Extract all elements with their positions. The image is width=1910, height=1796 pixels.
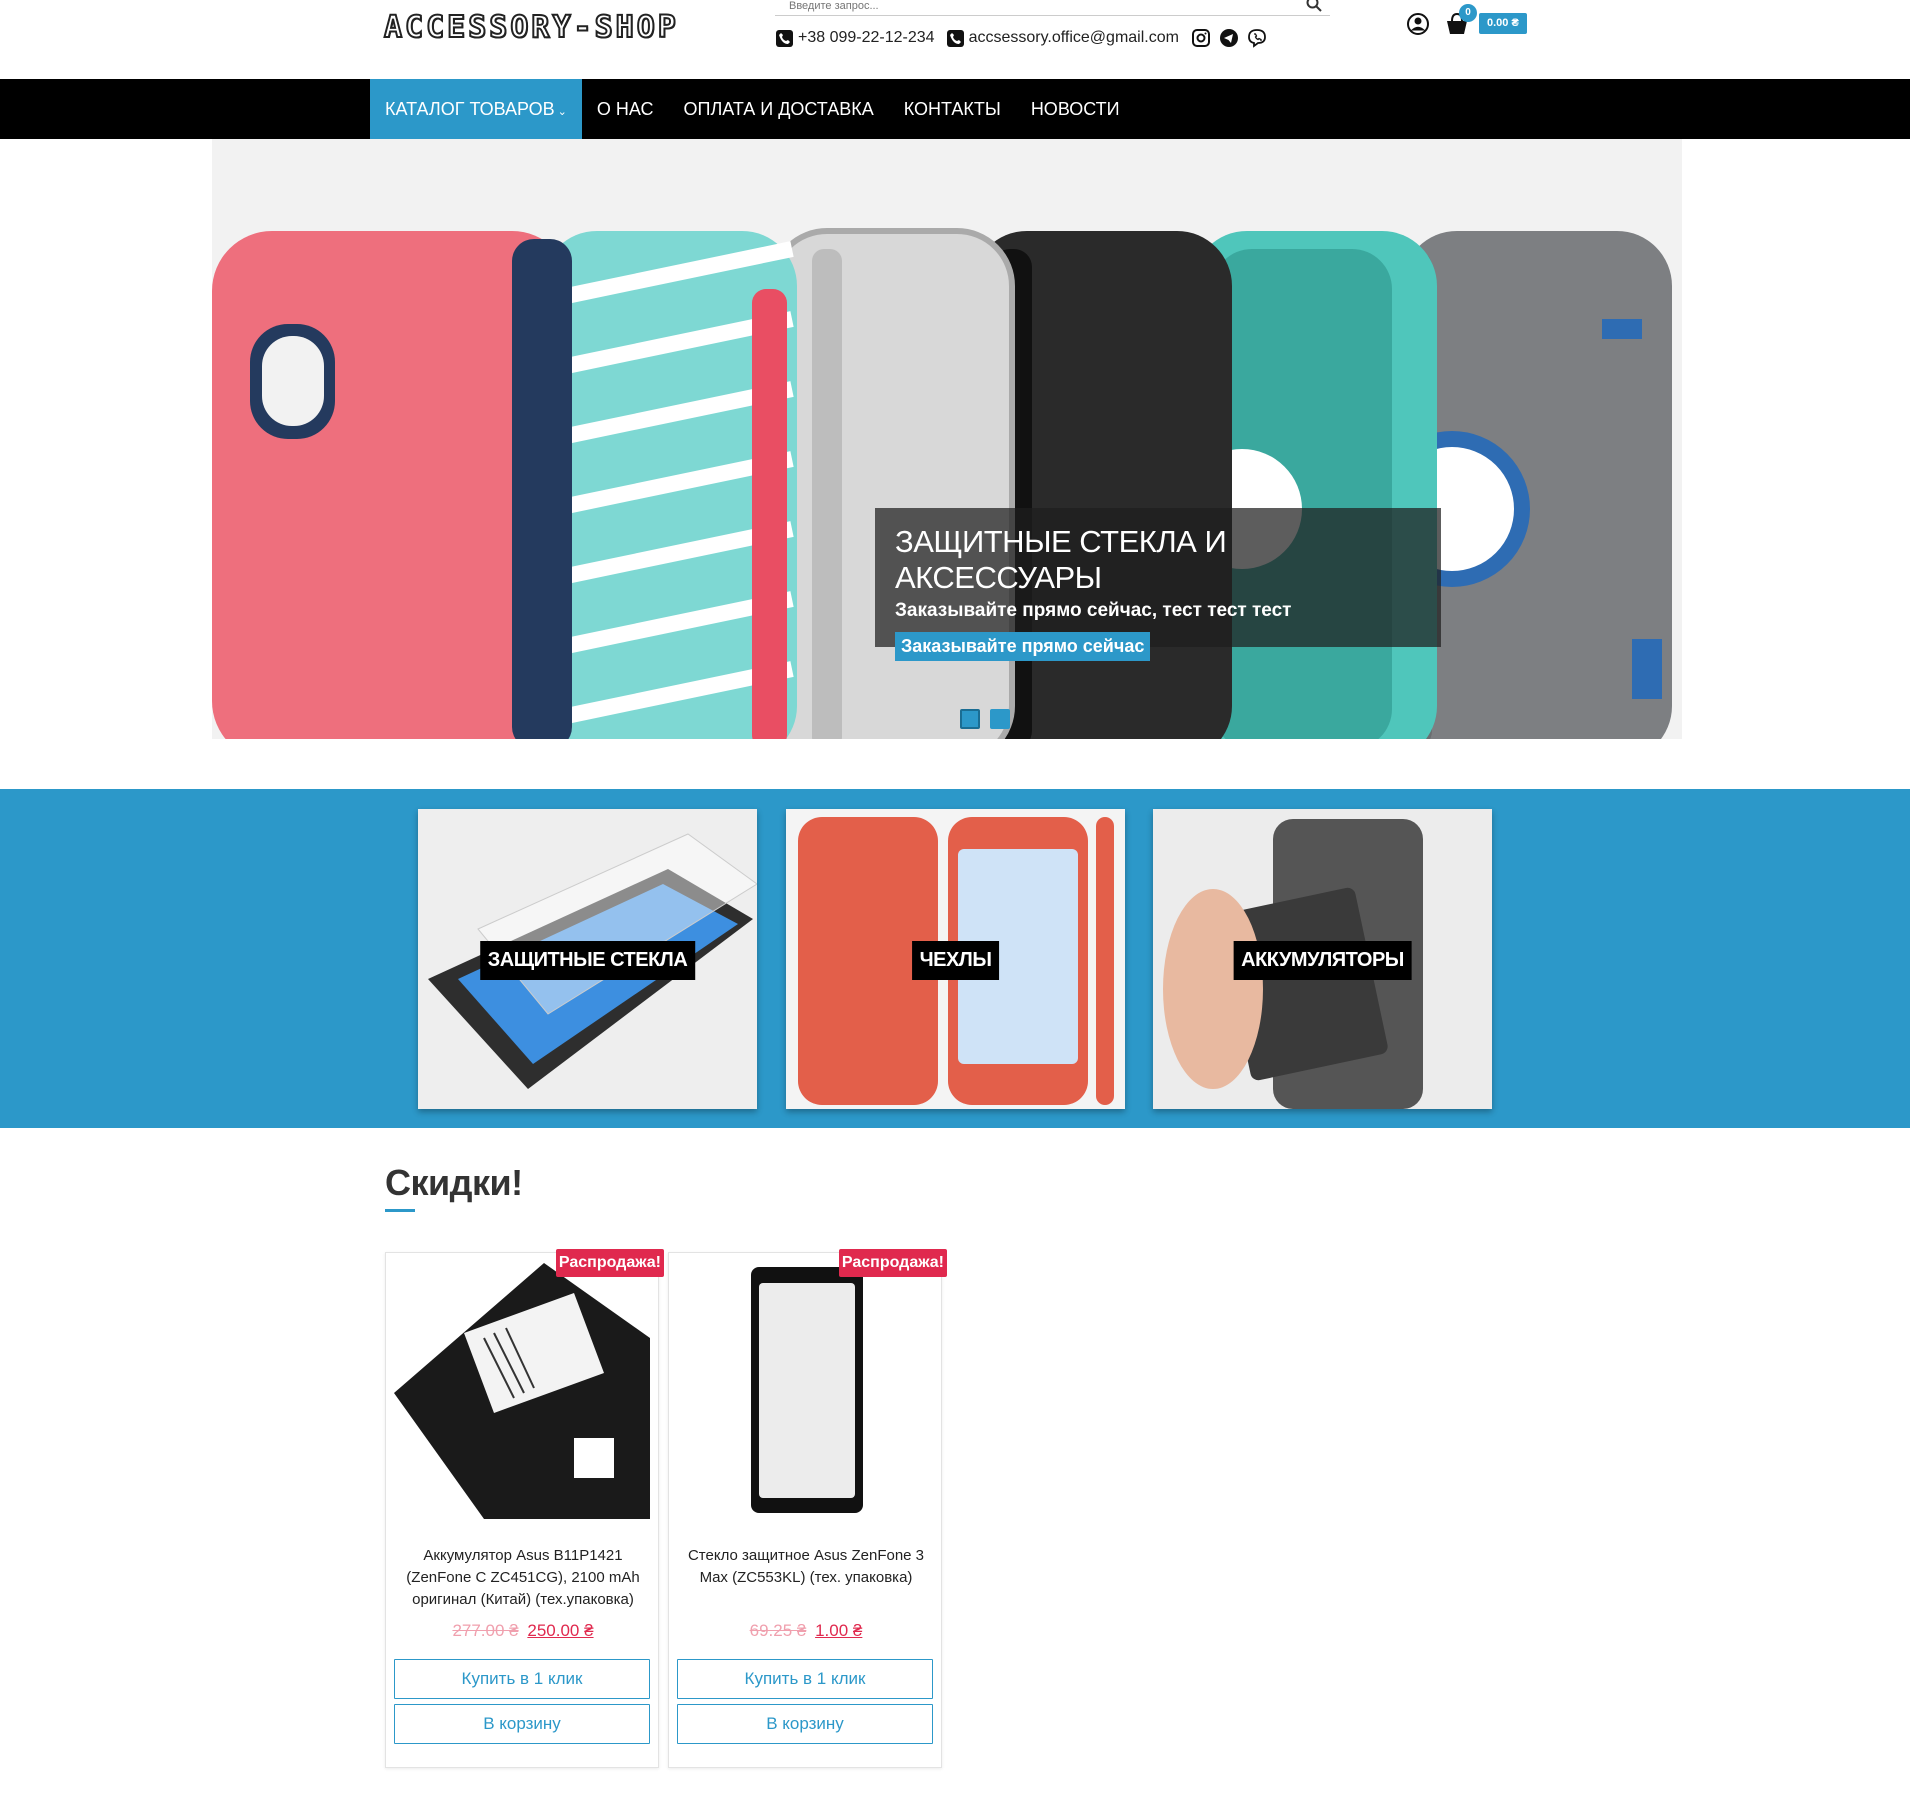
add-to-cart-button[interactable]: В корзину bbox=[677, 1704, 933, 1744]
chevron-down-icon: ⌄ bbox=[557, 106, 567, 118]
sale-badge: Распродажа! bbox=[555, 1249, 664, 1277]
category-card-cases[interactable]: ЧЕХЛЫ bbox=[786, 809, 1125, 1109]
categories-section: ЗАЩИТНЫЕ СТЕКЛА ЧЕХЛЫ АККУМУЛЯТОРЫ bbox=[0, 789, 1910, 1128]
cart-count-badge: 0 bbox=[1459, 4, 1477, 22]
title-underline bbox=[385, 1209, 415, 1212]
sale-badge: Распродажа! bbox=[838, 1249, 947, 1277]
phone-icon bbox=[776, 29, 793, 47]
nav-item-label: КОНТАКТЫ bbox=[903, 99, 1001, 119]
telegram-icon[interactable] bbox=[1219, 28, 1239, 48]
category-label: ЗАЩИТНЫЕ СТЕКЛА bbox=[479, 941, 696, 980]
nav-item-about[interactable]: О НАС bbox=[582, 79, 669, 139]
product-prices: 69.25 ₴ 1.00 ₴ bbox=[669, 1621, 943, 1641]
cart-total[interactable]: 0.00 ₴ bbox=[1479, 13, 1527, 34]
nav-item-contacts[interactable]: КОНТАКТЫ bbox=[889, 79, 1016, 139]
sale-price: 1.00 ₴ bbox=[815, 1621, 863, 1640]
category-label: ЧЕХЛЫ bbox=[911, 941, 1000, 980]
slider-dots bbox=[960, 709, 1010, 729]
slide-subtitle: Заказывайте прямо сейчас, тест тест тест bbox=[895, 600, 1292, 621]
search-input[interactable] bbox=[775, 0, 1295, 15]
search-bar bbox=[775, 0, 1330, 16]
buy-one-click-button[interactable]: Купить в 1 клик bbox=[394, 1659, 650, 1699]
product-image-battery[interactable] bbox=[394, 1263, 650, 1519]
category-card-batteries[interactable]: АККУМУЛЯТОРЫ bbox=[1153, 809, 1492, 1109]
main-navigation: КАТАЛОГ ТОВАРОВ ⌄ О НАС ОПЛАТА И ДОСТАВКА… bbox=[0, 79, 1910, 139]
product-image-screen-protector[interactable] bbox=[677, 1263, 933, 1519]
slider-dot-2[interactable] bbox=[990, 709, 1010, 729]
nav-item-label: ОПЛАТА И ДОСТАВКА bbox=[683, 99, 874, 119]
search-icon[interactable] bbox=[1306, 0, 1322, 12]
nav-item-news[interactable]: НОВОСТИ bbox=[1016, 79, 1135, 139]
product-name[interactable]: Стекло защитное Asus ZenFone 3 Max (ZC55… bbox=[679, 1545, 933, 1589]
slider-dot-1[interactable] bbox=[960, 709, 980, 729]
nav-item-label: НОВОСТИ bbox=[1030, 99, 1120, 119]
buy-one-click-button[interactable]: Купить в 1 клик bbox=[677, 1659, 933, 1699]
nav-item-catalog[interactable]: КАТАЛОГ ТОВАРОВ ⌄ bbox=[370, 79, 582, 139]
slide-title: ЗАЩИТНЫЕ СТЕКЛА И АКСЕССУАРЫ bbox=[895, 524, 1227, 595]
product-card: Распродажа! Аккумулятор Asus B11P1421 (Z… bbox=[385, 1249, 664, 1768]
slide-cta-button[interactable]: Заказывайте прямо сейчас bbox=[895, 632, 1151, 661]
user-account-icon[interactable] bbox=[1406, 12, 1430, 36]
phone-number[interactable]: +38 099-22-12-234 bbox=[798, 29, 935, 47]
viber-icon[interactable] bbox=[1247, 28, 1267, 48]
email-address[interactable]: accsessory.office@gmail.com bbox=[969, 29, 1179, 47]
product-card: Распродажа! Стекло защитное Asus ZenFone… bbox=[668, 1249, 947, 1768]
slide-caption: ЗАЩИТНЫЕ СТЕКЛА И АКСЕССУАРЫ Заказывайте… bbox=[875, 508, 1441, 661]
nav-item-label: КАТАЛОГ ТОВАРОВ bbox=[385, 99, 555, 119]
contacts-bar: +38 099-22-12-234 accsessory.office@gmai… bbox=[776, 28, 1275, 48]
email-icon bbox=[946, 29, 964, 47]
product-prices: 277.00 ₴ 250.00 ₴ bbox=[386, 1621, 660, 1641]
nav-item-payment-delivery[interactable]: ОПЛАТА И ДОСТАВКА bbox=[669, 79, 889, 139]
section-title-discounts: Скидки! bbox=[385, 1162, 523, 1203]
category-card-screen-protectors[interactable]: ЗАЩИТНЫЕ СТЕКЛА bbox=[418, 809, 757, 1109]
old-price: 277.00 ₴ bbox=[452, 1621, 519, 1640]
site-logo[interactable]: ACCESSORY-SHOP bbox=[383, 9, 679, 46]
nav-item-label: О НАС bbox=[596, 99, 654, 119]
add-to-cart-button[interactable]: В корзину bbox=[394, 1704, 650, 1744]
old-price: 69.25 ₴ bbox=[749, 1621, 807, 1640]
category-label: АККУМУЛЯТОРЫ bbox=[1233, 941, 1412, 980]
header: ACCESSORY-SHOP +38 099-22-12-234 accsess… bbox=[0, 0, 1910, 79]
sale-price: 250.00 ₴ bbox=[527, 1621, 594, 1640]
instagram-icon[interactable] bbox=[1191, 28, 1211, 48]
product-name[interactable]: Аккумулятор Asus B11P1421 (ZenFone C ZC4… bbox=[396, 1545, 650, 1611]
hero-slider[interactable]: ЗАЩИТНЫЕ СТЕКЛА И АКСЕССУАРЫ Заказывайте… bbox=[212, 139, 1682, 739]
